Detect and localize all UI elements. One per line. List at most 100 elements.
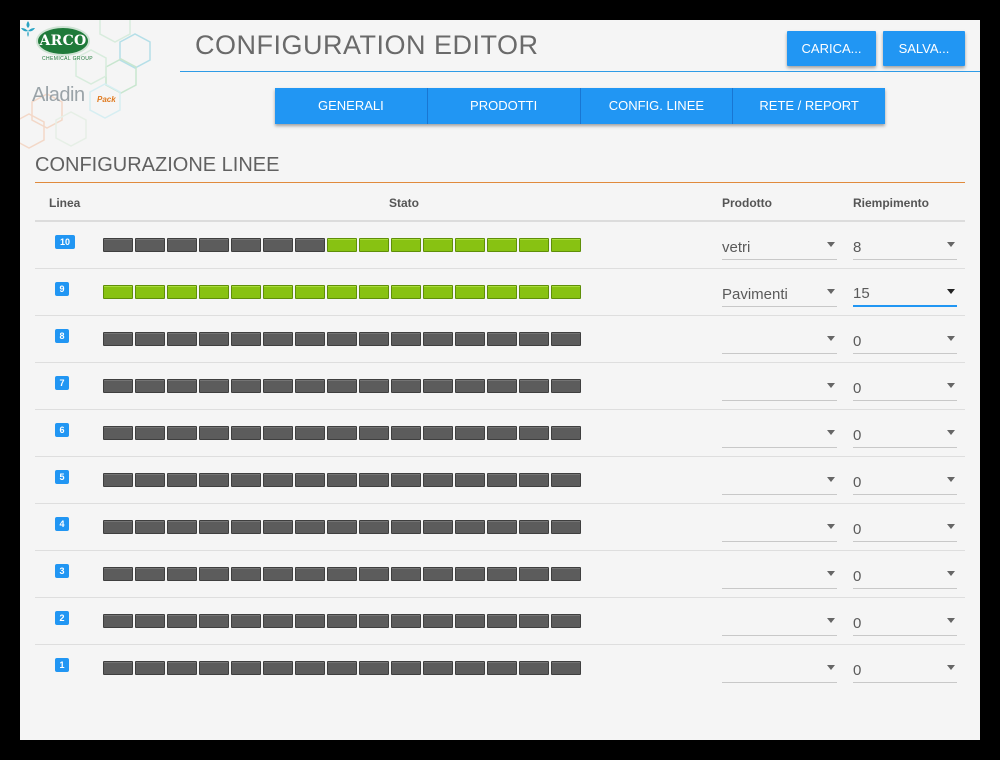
page-title: CONFIGURATION EDITOR — [195, 30, 539, 60]
status-slot-empty — [103, 614, 133, 628]
status-slot-empty — [551, 614, 581, 628]
status-slot-empty — [551, 379, 581, 393]
status-slot-empty — [423, 332, 453, 346]
status-slot-filled — [327, 238, 357, 252]
save-button[interactable]: SALVA... — [883, 31, 965, 66]
fill-select[interactable]: 15 — [853, 281, 957, 307]
status-slot-empty — [487, 614, 517, 628]
product-select[interactable] — [722, 516, 837, 542]
status-slot-empty — [263, 332, 293, 346]
chevron-down-icon — [947, 242, 955, 247]
status-slot-empty — [391, 426, 421, 440]
tab-config-linee[interactable]: CONFIG. LINEE — [580, 88, 734, 124]
status-slot-empty — [263, 520, 293, 534]
status-slot-empty — [423, 614, 453, 628]
fill-select-value: 0 — [853, 521, 862, 538]
tab-rete-report[interactable]: RETE / REPORT — [733, 88, 885, 124]
status-slot-empty — [199, 473, 229, 487]
status-slot-empty — [103, 426, 133, 440]
status-slot-empty — [391, 520, 421, 534]
line-number-badge: 9 — [55, 282, 69, 296]
status-slot-empty — [455, 614, 485, 628]
status-slot-filled — [263, 285, 293, 299]
fill-select[interactable]: 0 — [853, 375, 957, 401]
product-select[interactable]: Pavimenti — [722, 281, 837, 307]
status-slot-empty — [487, 567, 517, 581]
column-header-stato: Stato — [389, 196, 419, 210]
status-slot-empty — [103, 520, 133, 534]
chevron-down-icon — [827, 289, 835, 294]
fill-select-value: 0 — [853, 427, 862, 444]
aladin-wordmark: Aladin — [32, 84, 85, 106]
tab-prodotti[interactable]: PRODOTTI — [427, 88, 581, 124]
fill-select[interactable]: 0 — [853, 422, 957, 448]
status-slot-filled — [487, 238, 517, 252]
lines-table: Linea Stato Prodotto Riempimento 10 vetri… — [35, 183, 965, 692]
status-slot-empty — [199, 238, 229, 252]
status-slot-empty — [551, 520, 581, 534]
product-select[interactable] — [722, 610, 837, 636]
status-slot-empty — [263, 379, 293, 393]
status-slot-empty — [199, 567, 229, 581]
fill-select[interactable]: 0 — [853, 657, 957, 683]
fill-select[interactable]: 0 — [853, 328, 957, 354]
status-slot-empty — [455, 661, 485, 675]
fill-select[interactable]: 0 — [853, 516, 957, 542]
status-slot-filled — [455, 238, 485, 252]
product-select[interactable] — [722, 563, 837, 589]
status-slot-empty — [231, 332, 261, 346]
status-slot-empty — [327, 614, 357, 628]
status-slot-empty — [231, 567, 261, 581]
status-slot-empty — [519, 379, 549, 393]
product-select[interactable] — [722, 657, 837, 683]
product-select-value: Pavimenti — [722, 286, 788, 303]
chevron-down-icon — [827, 618, 835, 623]
status-slot-empty — [455, 567, 485, 581]
company-logo: ARCO CHEMICAL GROUP Aladin Pack — [20, 20, 170, 155]
fill-select-value: 0 — [853, 662, 862, 679]
line-number-badge: 4 — [55, 517, 69, 531]
status-slot-empty — [423, 426, 453, 440]
product-select[interactable] — [722, 469, 837, 495]
status-slot-empty — [135, 473, 165, 487]
status-slot-empty — [327, 567, 357, 581]
status-slot-empty — [327, 661, 357, 675]
product-select[interactable] — [722, 375, 837, 401]
status-slot-filled — [295, 285, 325, 299]
status-slot-empty — [487, 473, 517, 487]
status-slot-empty — [359, 426, 389, 440]
line-number-badge: 10 — [55, 235, 75, 249]
status-slot-empty — [167, 332, 197, 346]
status-slot-empty — [231, 238, 261, 252]
status-slot-empty — [135, 567, 165, 581]
fill-select-value: 0 — [853, 333, 862, 350]
status-slot-empty — [519, 661, 549, 675]
tab-generali[interactable]: GENERALI — [275, 88, 428, 124]
product-select[interactable]: vetri — [722, 234, 837, 260]
fill-select[interactable]: 0 — [853, 610, 957, 636]
load-button[interactable]: CARICA... — [787, 31, 876, 66]
fill-select[interactable]: 8 — [853, 234, 957, 260]
status-slot-filled — [103, 285, 133, 299]
status-slot-empty — [455, 379, 485, 393]
product-select[interactable] — [722, 422, 837, 448]
status-slot-empty — [519, 473, 549, 487]
line-number-badge: 2 — [55, 611, 69, 625]
status-slot-empty — [295, 614, 325, 628]
status-slot-empty — [423, 567, 453, 581]
fill-select[interactable]: 0 — [853, 563, 957, 589]
fill-select[interactable]: 0 — [853, 469, 957, 495]
status-slot-empty — [519, 614, 549, 628]
line-number-badge: 5 — [55, 470, 69, 484]
fill-select-value: 15 — [853, 285, 870, 302]
status-slot-empty — [103, 661, 133, 675]
status-slot-empty — [487, 332, 517, 346]
table-row: 70 — [35, 363, 965, 410]
status-slot-empty — [423, 473, 453, 487]
status-slot-empty — [135, 426, 165, 440]
status-slot-empty — [487, 426, 517, 440]
fill-select-value: 0 — [853, 568, 862, 585]
status-slot-filled — [519, 285, 549, 299]
product-select[interactable] — [722, 328, 837, 354]
status-slot-empty — [199, 332, 229, 346]
